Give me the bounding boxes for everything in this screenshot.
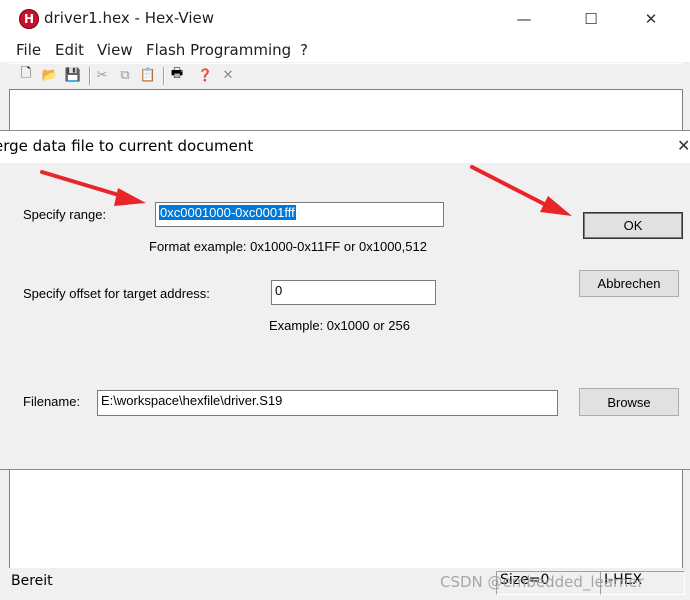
delete-icon[interactable]: ✕ [219, 66, 237, 84]
offset-input[interactable]: 0 [271, 280, 436, 305]
filename-input-value: E:\workspace\hexfile\driver.S19 [101, 393, 283, 408]
menu-edit[interactable]: Edit [55, 41, 84, 59]
close-button[interactable]: ✕ [628, 6, 674, 32]
minimize-button[interactable]: — [501, 6, 547, 32]
toolbar-separator [163, 67, 165, 85]
toolbar-separator [89, 67, 91, 85]
hexview-app-icon: H [19, 9, 39, 29]
toolbar: 🗋 📂 💾 ✂ ⧉ 📋 🖶 ❓ ✕ [9, 63, 683, 90]
offset-input-value: 0 [275, 283, 283, 298]
cancel-button[interactable]: Abbrechen [579, 270, 679, 297]
menu-view[interactable]: View [97, 41, 133, 59]
menu-flash-programming[interactable]: Flash Programming [146, 41, 291, 59]
copy-icon[interactable]: ⧉ [116, 66, 134, 84]
menu-file[interactable]: File [16, 41, 41, 59]
range-input[interactable]: 0xc0001000-0xc0001fff [155, 202, 444, 227]
cut-icon[interactable]: ✂ [93, 66, 111, 84]
help-icon[interactable]: ❓ [196, 66, 214, 84]
new-file-icon[interactable]: 🗋 [17, 66, 35, 84]
paste-icon[interactable]: 📋 [139, 66, 157, 84]
merge-dialog: erge data file to current document ✕ Spe… [0, 130, 690, 470]
ok-button[interactable]: OK [583, 212, 683, 239]
range-hint: Format example: 0x1000-0x11FF or 0x1000,… [149, 239, 427, 254]
dialog-close-button[interactable]: ✕ [677, 136, 690, 155]
range-input-value: 0xc0001000-0xc0001fff [159, 205, 296, 220]
browse-button[interactable]: Browse [579, 388, 679, 416]
offset-hint: Example: 0x1000 or 256 [269, 318, 410, 333]
window-title: driver1.hex - Hex-View [44, 9, 214, 27]
watermark: CSDN @embedded_learner [440, 573, 644, 591]
status-text: Bereit [11, 573, 53, 589]
filename-input[interactable]: E:\workspace\hexfile\driver.S19 [97, 390, 558, 416]
maximize-button[interactable]: ☐ [568, 6, 614, 32]
save-icon[interactable]: 💾 [64, 66, 82, 84]
dialog-title: erge data file to current document [0, 137, 254, 155]
open-folder-icon[interactable]: 📂 [41, 66, 59, 84]
menubar: File Edit View Flash Programming ? [0, 38, 690, 62]
window-titlebar: H driver1.hex - Hex-View — ☐ ✕ [0, 0, 690, 38]
offset-label: Specify offset for target address: [23, 286, 210, 301]
dialog-titlebar: erge data file to current document ✕ [0, 131, 690, 163]
filename-label: Filename: [23, 394, 81, 409]
range-label: Specify range: [23, 207, 107, 222]
print-icon[interactable]: 🖶 [168, 66, 186, 84]
menu-help[interactable]: ? [300, 41, 308, 59]
